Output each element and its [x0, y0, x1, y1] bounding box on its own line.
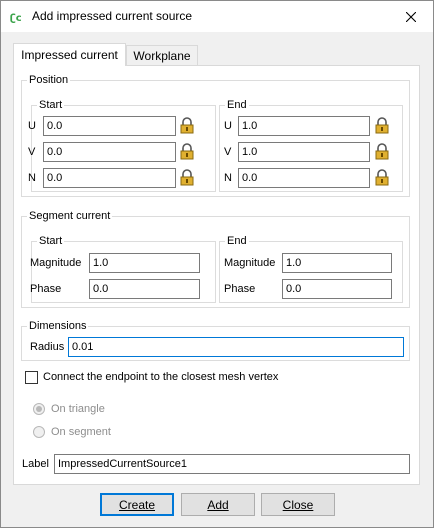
segment-current-group: Segment current Start Magnitude 1.0 Phas… — [21, 209, 410, 308]
position-end-title: End — [225, 98, 249, 112]
start-phase-input[interactable]: 0.0 — [89, 279, 200, 299]
connect-endpoint-label[interactable]: Connect the endpoint to the closest mesh… — [43, 370, 278, 384]
svg-text:ʗc: ʗc — [10, 13, 22, 24]
segment-end-group: End Magnitude 1.0 Phase 0.0 — [219, 234, 403, 303]
lock-icon[interactable] — [179, 117, 195, 134]
connect-endpoint-checkbox[interactable] — [25, 371, 38, 384]
start-n-input[interactable]: 0.0 — [43, 168, 176, 188]
on-segment-radio[interactable] — [33, 426, 45, 438]
title-bar: ʗc Add impressed current source — [1, 1, 433, 32]
create-button[interactable]: Create — [100, 493, 174, 516]
on-triangle-label[interactable]: On triangle — [51, 402, 105, 416]
end-v-input[interactable]: 1.0 — [238, 142, 370, 162]
start-magnitude-input[interactable]: 1.0 — [89, 253, 200, 273]
add-button[interactable]: Add — [181, 493, 255, 516]
end-phase-input[interactable]: 0.0 — [282, 279, 392, 299]
dimensions-group: Dimensions Radius 0.01 — [21, 319, 410, 361]
close-button-label: Close — [282, 497, 314, 512]
segment-start-group: Start Magnitude 1.0 Phase 0.0 — [30, 234, 216, 303]
label-field-label: Label — [22, 458, 49, 470]
segment-start-title: Start — [37, 234, 65, 248]
end-magnitude-label: Magnitude — [224, 257, 276, 269]
start-v-label: V — [28, 146, 36, 158]
close-icon — [406, 11, 416, 22]
lock-icon[interactable] — [179, 143, 195, 160]
end-n-label: N — [224, 172, 232, 184]
create-button-label: Create — [118, 497, 156, 512]
radius-label: Radius — [30, 341, 65, 353]
window-close-button[interactable] — [389, 1, 433, 32]
position-start-title: Start — [37, 98, 65, 112]
end-u-input[interactable]: 1.0 — [238, 116, 370, 136]
start-u-label: U — [28, 120, 36, 132]
position-start-group: Start U 0.0 V 0.0 N 0.0 — [28, 98, 216, 192]
start-phase-label: Phase — [30, 283, 62, 295]
on-triangle-radio[interactable] — [33, 403, 45, 415]
end-phase-label: Phase — [224, 283, 256, 295]
start-u-input[interactable]: 0.0 — [43, 116, 176, 136]
dimensions-title: Dimensions — [27, 319, 89, 333]
position-group: Position Start U 0.0 V 0.0 N 0.0 End U 1… — [21, 73, 410, 197]
lock-icon[interactable] — [374, 169, 390, 186]
lock-icon[interactable] — [179, 169, 195, 186]
position-group-title: Position — [27, 73, 71, 87]
radius-input[interactable]: 0.01 — [68, 337, 404, 357]
position-end-group: End U 1.0 V 1.0 N 0.0 — [219, 98, 403, 192]
end-v-label: V — [224, 146, 232, 158]
end-magnitude-input[interactable]: 1.0 — [282, 253, 392, 273]
dialog-window: ʗc Add impressed current source Impresse… — [0, 0, 434, 528]
close-button[interactable]: Close — [261, 493, 335, 516]
label-input[interactable]: ImpressedCurrentSource1 — [54, 454, 410, 474]
start-n-label: N — [28, 172, 36, 184]
tab-workplane[interactable]: Workplane — [126, 45, 198, 65]
add-button-label: Add — [207, 497, 229, 512]
end-n-input[interactable]: 0.0 — [238, 168, 370, 188]
segment-end-title: End — [225, 234, 249, 248]
window-title: Add impressed current source — [32, 9, 193, 23]
start-v-input[interactable]: 0.0 — [43, 142, 176, 162]
start-magnitude-label: Magnitude — [30, 257, 82, 269]
app-logo-icon: ʗc — [10, 13, 22, 24]
tab-panel: Position Start U 0.0 V 0.0 N 0.0 End U 1… — [13, 65, 420, 485]
tab-impressed-current[interactable]: Impressed current — [13, 43, 126, 66]
lock-icon[interactable] — [374, 143, 390, 160]
segment-current-title: Segment current — [27, 209, 113, 223]
lock-icon[interactable] — [374, 117, 390, 134]
on-segment-label[interactable]: On segment — [51, 425, 111, 439]
end-u-label: U — [224, 120, 232, 132]
